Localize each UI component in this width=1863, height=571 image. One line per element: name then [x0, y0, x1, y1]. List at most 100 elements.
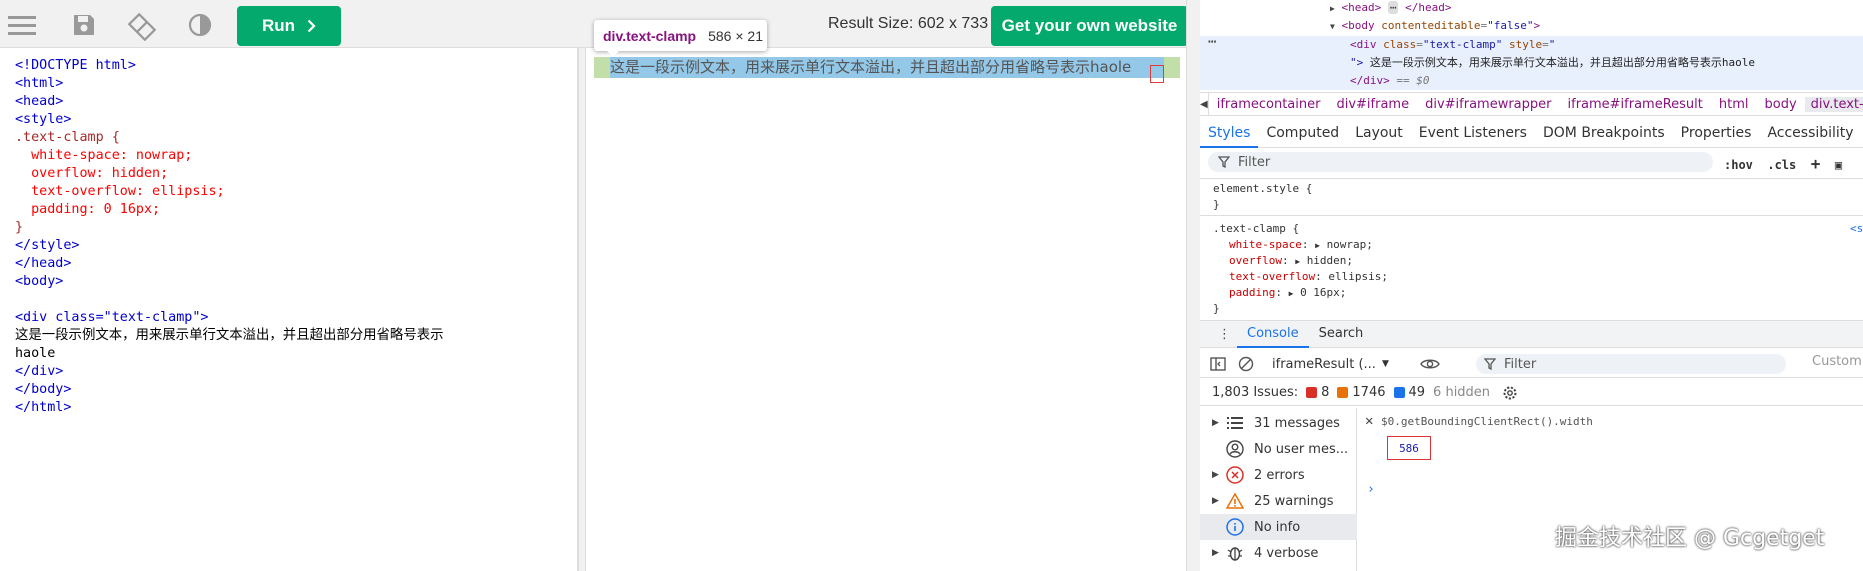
tab-accessibility[interactable]: Accessibility [1759, 118, 1861, 148]
more-options-icon[interactable]: ⋯ [1208, 35, 1216, 49]
code-line: <head> [15, 94, 64, 109]
tab-event-listeners[interactable]: Event Listeners [1411, 118, 1535, 148]
info-icon [1393, 387, 1405, 398]
watermark: 掘金技术社区 @ Gcgetget [1555, 526, 1825, 551]
breadcrumb: ◀ iframecontainer div#iframe div#iframew… [1200, 92, 1863, 116]
theme-toggle-icon[interactable] [188, 13, 216, 37]
style-prop[interactable]: overflow: ▶ hidden; [1229, 253, 1353, 270]
new-rule-icon[interactable]: + [1811, 154, 1821, 173]
dom-node-div-close[interactable]: </div> == $0 [1350, 72, 1430, 89]
chevron-down-icon: ▼ [1381, 359, 1389, 369]
menu-icon[interactable] [8, 13, 36, 37]
custom-levels-dropdown[interactable]: Custom le [1812, 354, 1863, 369]
drawer-tabs: ⋮ Console Search [1200, 320, 1863, 348]
tab-layout[interactable]: Layout [1347, 118, 1411, 148]
rule-source-link[interactable]: <s [1850, 221, 1863, 237]
padding-highlight-left [594, 57, 610, 78]
code-line: } [15, 220, 24, 235]
console-toolbar: iframeResult (... ▼ Filter Custom le [1200, 350, 1863, 378]
breadcrumb-item[interactable]: iframecontainer [1217, 97, 1321, 112]
text-clamp-div: 这是一段示例文本，用来展示单行文本溢出，并且超出部分用省略号表示haole [594, 57, 1180, 78]
close-icon[interactable]: ✕ [1365, 414, 1373, 428]
sidebar-item-errors[interactable]: ▶ 2 errors [1200, 462, 1357, 488]
dom-node-div[interactable]: <div class="text-clamp" style=" [1350, 36, 1555, 53]
code-editor[interactable]: <!DOCTYPE html> <html> <head> <style> .t… [6, 48, 578, 571]
tab-properties[interactable]: Properties [1673, 118, 1760, 148]
get-website-button[interactable]: Get your own website [991, 6, 1188, 46]
caret-down-icon[interactable]: ▼ [1330, 22, 1335, 31]
info-icon [1226, 518, 1244, 536]
style-prop[interactable]: text-overflow: ellipsis; [1229, 269, 1388, 285]
error-icon [1226, 466, 1244, 484]
sidebar-item-warnings[interactable]: ▶ 25 warnings [1200, 488, 1357, 514]
tab-dom-breakpoints[interactable]: DOM Breakpoints [1535, 118, 1673, 148]
sidebar-item-verbose[interactable]: ▶ 4 verbose [1200, 540, 1357, 566]
breadcrumb-item-active[interactable]: div.text-cla [1804, 96, 1863, 112]
hov-toggle[interactable]: :hov [1724, 158, 1753, 172]
console-filter-input[interactable]: Filter [1476, 354, 1786, 374]
dom-node-body[interactable]: ▼ <body contenteditable="false"> [1330, 17, 1540, 35]
paint-icon[interactable]: ▣ [1835, 158, 1842, 172]
console-prompt-icon[interactable]: › [1367, 482, 1375, 498]
dom-node-head[interactable]: ▶ <head> ⋯ </head> [1330, 0, 1451, 17]
run-button[interactable]: Run [237, 6, 341, 46]
breadcrumb-item[interactable]: div#iframewrapper [1425, 97, 1551, 112]
issues-hidden[interactable]: 6 hidden [1433, 385, 1490, 400]
styles-filter-input[interactable]: Filter [1208, 152, 1713, 172]
sidebar-item-messages[interactable]: ▶ 31 messages [1200, 410, 1357, 436]
code-line: </div> [15, 364, 64, 379]
list-icon [1226, 414, 1244, 432]
ellipsis-highlight-box [1150, 65, 1164, 83]
breadcrumb-item[interactable]: div#iframe [1336, 97, 1409, 112]
code-content[interactable]: <!DOCTYPE html> <html> <head> <style> .t… [15, 57, 444, 417]
issues-label: 1,803 Issues: [1212, 385, 1299, 400]
breadcrumb-item[interactable]: iframe#iframeResult [1568, 97, 1703, 112]
result-pane: 这是一段示例文本，用来展示单行文本溢出，并且超出部分用省略号表示haole [586, 48, 1194, 571]
devtools-resizer[interactable] [1186, 0, 1200, 571]
rule-selector[interactable]: .text-clamp { [1213, 221, 1299, 237]
rule-close: } [1213, 302, 1220, 315]
gear-icon[interactable] [1502, 385, 1518, 401]
state-toggles: :hov .cls + ▣ [1724, 154, 1842, 173]
console-result: 586 [1387, 436, 1431, 460]
save-icon[interactable] [72, 13, 100, 37]
sidebar-item-user-messages[interactable]: No user mes... [1200, 436, 1357, 462]
eye-icon[interactable] [1420, 356, 1440, 372]
dom-text-node[interactable]: "> 这是一段示例文本，用来展示单行文本溢出，并且超出部分用省略号表示haole [1350, 54, 1755, 71]
screen: Run Result Size: 602 x 733 Get your own … [0, 0, 1863, 571]
issues-errors-badge[interactable]: 8 [1306, 385, 1329, 400]
inspect-tooltip: div.text-clamp 586 × 21 [594, 20, 767, 51]
tab-console[interactable]: Console [1237, 320, 1309, 348]
breadcrumb-scroll-left-icon[interactable]: ◀ [1200, 93, 1209, 115]
rotate-layout-icon[interactable] [127, 12, 157, 42]
clear-console-icon[interactable] [1238, 356, 1254, 372]
code-line: </style> [15, 238, 80, 253]
code-line: </html> [15, 400, 72, 415]
issues-info-badge[interactable]: 49 [1393, 385, 1425, 400]
error-icon [1306, 387, 1318, 398]
style-prop[interactable]: padding: ▶ 0 16px; [1229, 285, 1346, 302]
breadcrumb-item[interactable]: html [1719, 97, 1749, 112]
element-style-selector[interactable]: element.style { [1213, 181, 1312, 197]
cls-toggle[interactable]: .cls [1767, 158, 1796, 172]
issues-warnings-badge[interactable]: 1746 [1337, 385, 1386, 400]
pane-resizer[interactable] [578, 48, 586, 571]
caret-right-icon[interactable]: ▶ [1330, 4, 1335, 13]
context-selector[interactable]: iframeResult (... ▼ [1272, 354, 1389, 374]
tab-styles[interactable]: Styles [1200, 118, 1259, 148]
style-prop[interactable]: white-space: ▶ nowrap; [1229, 237, 1373, 254]
sidebar-toggle-icon[interactable] [1210, 356, 1226, 372]
styles-pane: element.style { } .text-clamp { <s white… [1200, 178, 1863, 318]
tab-computed[interactable]: Computed [1258, 118, 1347, 148]
drawer-menu-icon[interactable]: ⋮ [1218, 327, 1231, 342]
code-line: overflow: hidden; [15, 166, 169, 181]
collapsed-content-icon[interactable]: ⋯ [1387, 1, 1399, 14]
tab-search[interactable]: Search [1309, 320, 1374, 348]
breadcrumb-item[interactable]: body [1765, 97, 1797, 112]
tooltip-element-size: 586 × 21 [708, 27, 763, 44]
elements-sub-tabs: Styles Computed Layout Event Listeners D… [1200, 118, 1863, 148]
code-line: </head> [15, 256, 72, 271]
styles-filter-placeholder: Filter [1238, 154, 1271, 170]
element-style-close: } [1213, 198, 1220, 211]
sidebar-item-info[interactable]: No info [1200, 514, 1357, 540]
